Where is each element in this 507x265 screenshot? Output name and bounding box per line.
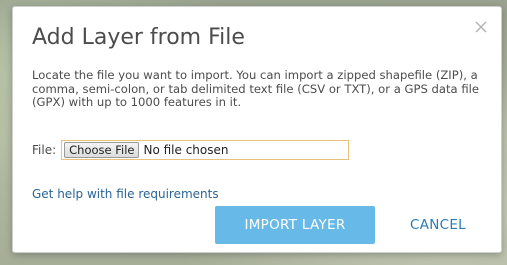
- file-input[interactable]: Choose File No file chosen: [61, 140, 350, 160]
- dialog-title: Add Layer from File: [32, 25, 245, 50]
- dialog-description: Locate the file you want to import. You …: [32, 68, 479, 109]
- close-icon[interactable]: [473, 19, 489, 35]
- add-layer-dialog: Add Layer from File Locate the file you …: [12, 6, 502, 253]
- import-layer-button[interactable]: IMPORT LAYER: [215, 206, 375, 244]
- file-row: File: Choose File No file chosen: [32, 139, 350, 161]
- help-link[interactable]: Get help with file requirements: [32, 187, 219, 201]
- no-file-text: No file chosen: [143, 143, 229, 157]
- file-label: File:: [32, 143, 57, 157]
- choose-file-button[interactable]: Choose File: [64, 142, 140, 158]
- cancel-button[interactable]: CANCEL: [393, 206, 483, 244]
